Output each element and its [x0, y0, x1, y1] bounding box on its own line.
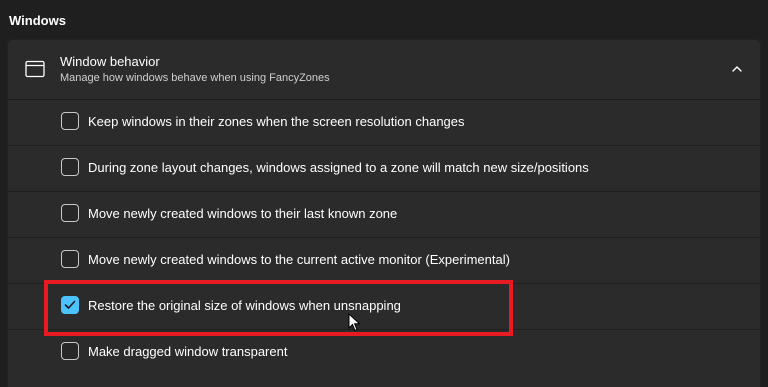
window-icon [25, 60, 45, 78]
checkbox[interactable] [61, 112, 79, 130]
option-label: Move newly created windows to the curren… [88, 252, 510, 267]
settings-page: Windows Window behavior Manage how windo… [0, 0, 768, 387]
option-label: Restore the original size of windows whe… [88, 298, 401, 313]
option-label: Make dragged window transparent [88, 344, 288, 359]
chevron-up-icon[interactable] [730, 62, 744, 76]
card-description: Manage how windows behave when using Fan… [60, 72, 330, 84]
option-label: Move newly created windows to their last… [88, 206, 398, 221]
window-behavior-header[interactable]: Window behavior Manage how windows behav… [8, 40, 760, 100]
checkbox[interactable] [61, 204, 79, 222]
window-behavior-card: Window behavior Manage how windows behav… [7, 39, 761, 387]
mouse-cursor-icon [348, 312, 362, 333]
checkbox[interactable] [61, 158, 79, 176]
option-match-zone-size: During zone layout changes, windows assi… [8, 146, 760, 192]
checkbox[interactable] [61, 342, 79, 360]
section-title: Windows [9, 13, 66, 28]
option-keep-windows-in-zones: Keep windows in their zones when the scr… [8, 100, 760, 146]
card-title: Window behavior [60, 54, 160, 69]
option-label: During zone layout changes, windows assi… [88, 160, 589, 175]
checkbox[interactable] [61, 250, 79, 268]
option-label: Keep windows in their zones when the scr… [88, 114, 465, 129]
option-move-to-last-zone: Move newly created windows to their last… [8, 192, 760, 238]
checkbox-checked[interactable] [61, 296, 79, 314]
option-transparent-drag: Make dragged window transparent [8, 330, 760, 376]
option-restore-original-size: Restore the original size of windows whe… [8, 284, 760, 330]
option-move-to-active-monitor: Move newly created windows to the curren… [8, 238, 760, 284]
checkmark-icon [64, 300, 76, 309]
